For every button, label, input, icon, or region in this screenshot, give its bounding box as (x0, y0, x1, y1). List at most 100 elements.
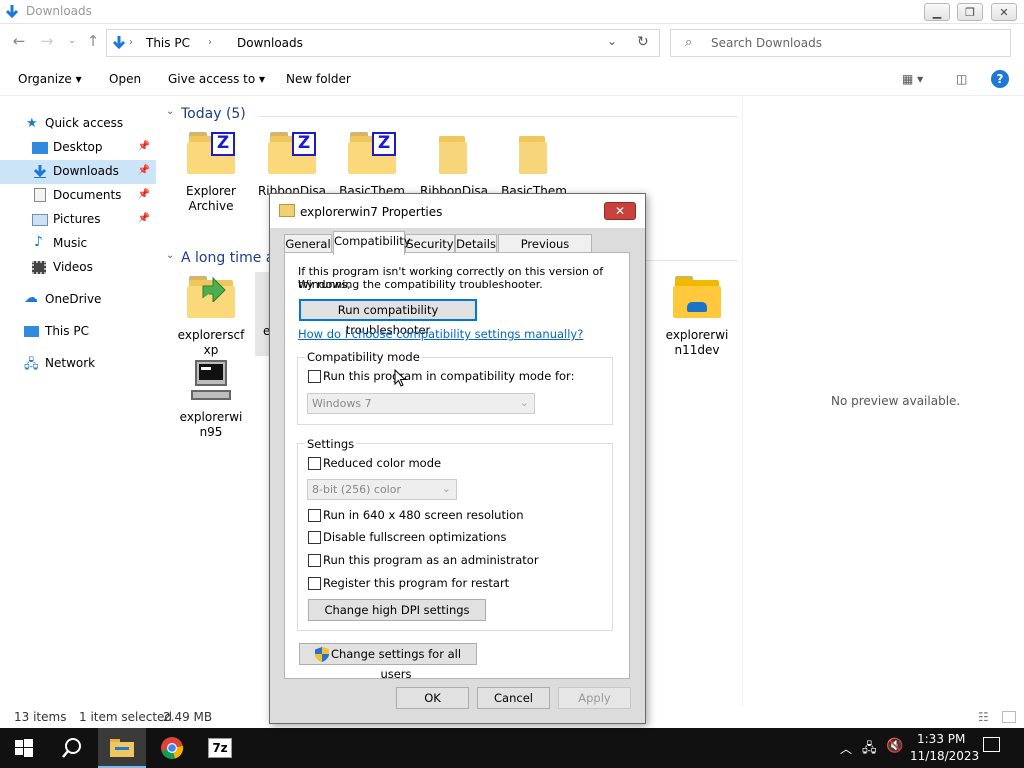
search-taskbar-button[interactable] (48, 728, 96, 768)
cancel-button[interactable]: Cancel (477, 687, 550, 709)
up-icon[interactable]: ↑ (83, 32, 103, 50)
reduced-color-label[interactable]: Reduced color mode (323, 456, 441, 470)
start-button[interactable] (0, 728, 48, 768)
change-dpi-button[interactable]: Change high DPI settings (308, 599, 486, 621)
close-window-button[interactable]: ✕ (991, 3, 1017, 21)
chrome-taskbar-button[interactable] (148, 728, 196, 768)
file-item[interactable]: explorerwi n95 (171, 360, 251, 440)
recent-dropdown-icon[interactable]: ⌄ (62, 36, 82, 46)
breadcrumb-downloads[interactable]: Downloads (237, 36, 303, 50)
change-all-users-button[interactable]: Change settings for all users (299, 643, 477, 681)
file-item[interactable]: RibbonDisa (414, 132, 494, 199)
minimize-button[interactable]: ▁ (924, 3, 950, 21)
back-icon[interactable]: ← (9, 32, 29, 50)
downloads-icon (5, 5, 19, 19)
tab-compatibility[interactable]: Compatibility (333, 231, 411, 255)
disable-fullscreen-checkbox[interactable] (308, 531, 321, 544)
give-access-menu[interactable]: Give access to ▾ (168, 72, 265, 86)
sidebar-item-quick-access[interactable]: ★ Quick access (0, 112, 156, 136)
folder-icon (519, 132, 549, 174)
sidebar-item-this-pc[interactable]: This PC (0, 320, 156, 344)
open-button[interactable]: Open (109, 72, 141, 86)
dialog-titlebar: explorerwin7 Properties ✕ (270, 194, 645, 228)
file-item[interactable]: Z Explorer Archive (171, 132, 251, 214)
run-admin-label[interactable]: Run this program as an administrator (323, 553, 539, 567)
sidebar-item-music[interactable]: ♪ Music (0, 232, 156, 256)
compat-mode-checkbox[interactable] (308, 370, 321, 383)
change-all-users-label: Change settings for all users (330, 647, 462, 681)
organize-menu[interactable]: Organize ▾ (18, 72, 82, 86)
chrome-icon (161, 737, 184, 759)
pin-icon: 📌 (137, 141, 150, 152)
ok-button[interactable]: OK (396, 687, 469, 709)
group-header-today[interactable]: Today (5) (181, 106, 246, 122)
details-view-icon[interactable]: ☷ (978, 710, 989, 724)
sidebar-item-videos[interactable]: Videos (0, 256, 156, 280)
help-link[interactable]: How do I choose compatibility settings m… (298, 327, 583, 341)
file-item[interactable]: Z BasicThem (332, 132, 412, 199)
notification-icon[interactable] (983, 737, 1000, 752)
show-hidden-icons-icon[interactable]: ︿ (840, 740, 852, 757)
file-explorer-taskbar-button[interactable] (98, 728, 146, 768)
chevron-down-icon: ⌄ (519, 396, 529, 409)
reduced-color-checkbox[interactable] (308, 457, 321, 470)
forward-icon[interactable]: → (37, 32, 57, 50)
sidebar-item-documents[interactable]: Documents 📌 (0, 184, 156, 208)
run-troubleshooter-button[interactable]: Run compatibility troubleshooter (299, 299, 477, 337)
sidebar-item-desktop[interactable]: Desktop 📌 (0, 136, 156, 160)
res-640-checkbox[interactable] (308, 509, 321, 522)
sidebar-item-downloads[interactable]: Downloads 📌 (0, 160, 156, 184)
color-depth-select[interactable]: 8-bit (256) color ⌄ (307, 479, 457, 500)
collapse-chevron-icon[interactable]: ⌄ (166, 106, 174, 117)
res-640-label[interactable]: Run in 640 x 480 screen resolution (323, 508, 524, 522)
new-folder-button[interactable]: New folder (286, 72, 351, 86)
music-icon: ♪ (34, 234, 43, 250)
refresh-icon[interactable]: ↻ (637, 34, 649, 50)
sidebar-item-network[interactable]: 🖧 Network (0, 352, 156, 376)
pin-icon: 📌 (137, 213, 150, 224)
group-header-long-time-ago[interactable]: A long time a (181, 250, 274, 266)
compatibility-panel: If this program isn't working correctly … (284, 252, 630, 681)
help-icon[interactable]: ? (991, 70, 1009, 88)
maximize-button[interactable]: ❐ (957, 3, 983, 21)
network-status-icon[interactable]: 🖧 (862, 739, 877, 761)
sidebar-item-label: Network (45, 356, 96, 370)
file-item[interactable]: Z RibbonDisa (252, 132, 332, 199)
address-dropdown-icon[interactable]: ⌄ (607, 34, 617, 48)
disable-fullscreen-label[interactable]: Disable fullscreen optimizations (323, 530, 506, 544)
file-item[interactable]: explorerwi n11dev (657, 276, 737, 358)
clock-time[interactable]: 1:33 PM (917, 732, 965, 746)
downloads-icon (33, 165, 47, 178)
dialog-close-button[interactable]: ✕ (604, 202, 636, 220)
apply-button[interactable]: Apply (558, 687, 631, 709)
register-restart-checkbox[interactable] (308, 577, 321, 590)
search-input[interactable]: ⌕ Search Downloads (670, 29, 1011, 57)
tab-previous-versions[interactable]: Previous Versions (498, 234, 592, 269)
address-bar[interactable]: › This PC › Downloads ⌄ ↻ (106, 29, 660, 57)
register-restart-label[interactable]: Register this program for restart (323, 576, 509, 590)
tab-details[interactable]: Details (455, 234, 497, 254)
view-options-icon[interactable]: ▦ ▾ (902, 72, 923, 86)
large-icons-view-icon[interactable] (1002, 711, 1016, 723)
compat-os-select[interactable]: Windows 7 ⌄ (307, 393, 535, 414)
search-icon: ⌕ (685, 35, 693, 50)
settings-group-label: Settings (305, 437, 357, 451)
window-titlebar: Downloads ▁ ❐ ✕ (0, 0, 1024, 24)
volume-muted-icon[interactable]: 🔇 (886, 738, 903, 754)
tab-security[interactable]: Security (405, 234, 455, 254)
breadcrumb-separator-icon: › (208, 37, 212, 48)
collapse-chevron-icon[interactable]: ⌄ (166, 250, 174, 261)
sidebar-item-label: Music (53, 236, 88, 250)
preview-pane-icon[interactable]: ◫ (956, 72, 967, 86)
sidebar-item-onedrive[interactable]: ☁ OneDrive (0, 288, 156, 312)
file-item[interactable]: explorerscf xp (171, 276, 251, 358)
clock-date[interactable]: 11/18/2023 (910, 749, 979, 763)
run-admin-checkbox[interactable] (308, 554, 321, 567)
7zip-taskbar-button[interactable]: 7z (196, 728, 244, 768)
sidebar-item-pictures[interactable]: Pictures 📌 (0, 208, 156, 232)
breadcrumb-this-pc[interactable]: This PC (146, 36, 190, 50)
file-item[interactable]: BasicThem (494, 132, 574, 199)
compat-mode-checkbox-label[interactable]: Run this program in compatibility mode f… (323, 369, 574, 383)
tab-general[interactable]: General (284, 234, 332, 254)
preview-empty-text: No preview available. (831, 394, 961, 408)
